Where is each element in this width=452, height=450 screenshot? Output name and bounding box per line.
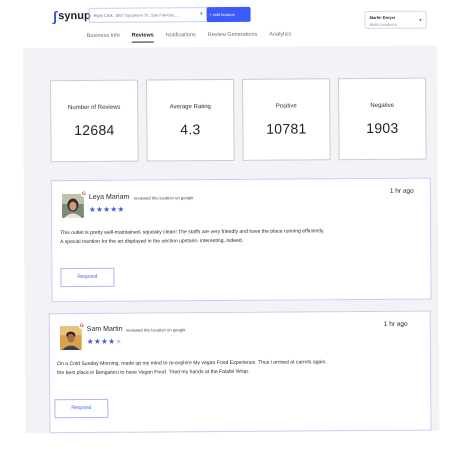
star-icon: ★ — [86, 336, 95, 346]
star-icon: ★ — [110, 204, 118, 214]
star-icon: ★ — [117, 204, 125, 214]
respond-button[interactable]: Respond — [54, 398, 109, 419]
review-source: reviewed this location on google — [125, 327, 186, 333]
star-icon: ★ — [101, 336, 109, 346]
user-role: Multi-Locations — [369, 21, 397, 27]
stat-label: Number of Reviews — [68, 104, 121, 112]
stat-card-average-rating: Average Rating 4.3 — [146, 78, 235, 162]
tab-notifications[interactable]: Notifications — [166, 30, 196, 44]
logo-mark-icon: ʃ — [52, 8, 58, 25]
logo-text: synup — [58, 9, 91, 23]
stat-label: Negative — [370, 102, 395, 109]
star-icon: ★ — [96, 204, 104, 214]
avatar — [61, 193, 85, 219]
stat-value: 1903 — [366, 119, 399, 137]
stat-card-positive: Positive 10781 — [242, 78, 331, 161]
respond-button[interactable]: Respond — [60, 267, 115, 288]
chevron-down-icon: ▾ — [200, 11, 203, 18]
star-rating: ★ ★ ★ ★ ★ — [87, 337, 123, 346]
stat-card-number-of-reviews: Number of Reviews 12684 — [50, 79, 139, 163]
star-rating: ★ ★ ★ ★ ★ — [89, 205, 125, 214]
app-window: ʃ synup Right Click, 1657 Sycamore St., … — [10, 0, 440, 434]
google-icon: G — [80, 190, 87, 198]
stat-label: Positive — [275, 103, 297, 110]
review-time: 1 hr ago — [383, 320, 408, 328]
review-text-line: the best place in Bengaluru to have Vega… — [57, 368, 250, 377]
review-text-line: A special mention for the art displayed … — [60, 237, 244, 246]
stat-card-negative: Negative 1903 — [338, 77, 427, 161]
add-location-button[interactable]: + Add location — [206, 6, 251, 23]
location-text: Right Click, 1657 Sycamore St., San Fran… — [93, 12, 178, 18]
star-icon: ★ — [108, 336, 116, 346]
stat-value: 4.3 — [180, 121, 201, 138]
star-icon: ★ — [93, 336, 102, 346]
review-card: G Sam Martin reviewed this location on g… — [48, 310, 432, 434]
review-text-line: On a Cold Sunday Morning, made up my min… — [57, 359, 327, 368]
review-time: 1 hr ago — [389, 187, 414, 195]
stat-value: 12684 — [74, 121, 115, 139]
tab-review-generations[interactable]: Review Generations — [208, 30, 258, 44]
chevron-down-icon: ▾ — [419, 17, 422, 24]
tab-reviews[interactable]: Reviews — [131, 30, 154, 43]
user-menu[interactable]: Martin Dreyer Multi-Locations ▾ — [364, 10, 427, 30]
review-card: G Leya Mariam reviewed this location on … — [50, 177, 432, 303]
tab-analytics[interactable]: Analytics — [269, 30, 291, 44]
user-name: Martin Dreyer — [369, 14, 396, 20]
star-icon: ★ — [115, 336, 123, 346]
stat-value: 10781 — [266, 120, 307, 137]
star-icon: ★ — [88, 204, 97, 214]
tab-business-info[interactable]: Business Info — [87, 31, 120, 45]
tab-bar: Business Info Reviews Notifications Revi… — [87, 29, 304, 45]
star-icon: ★ — [103, 204, 111, 214]
review-source: reviewed this location on google — [133, 195, 194, 201]
location-selector[interactable]: Right Click, 1657 Sycamore St., San Fran… — [88, 7, 209, 23]
stat-label: Average Rating — [169, 104, 211, 111]
main-panel: Number of Reviews 12684 Average Rating 4… — [22, 45, 440, 434]
review-text-line: This outlet is pretty well-maintained- s… — [60, 228, 325, 237]
google-icon: G — [78, 322, 85, 330]
reviewer-name: Sam Martin — [86, 325, 123, 333]
avatar — [59, 326, 82, 351]
top-bar: ʃ synup Right Click, 1657 Sycamore St., … — [10, 0, 437, 32]
reviewer-name: Leya Mariam — [88, 193, 130, 201]
synup-logo[interactable]: ʃ synup — [52, 8, 91, 25]
